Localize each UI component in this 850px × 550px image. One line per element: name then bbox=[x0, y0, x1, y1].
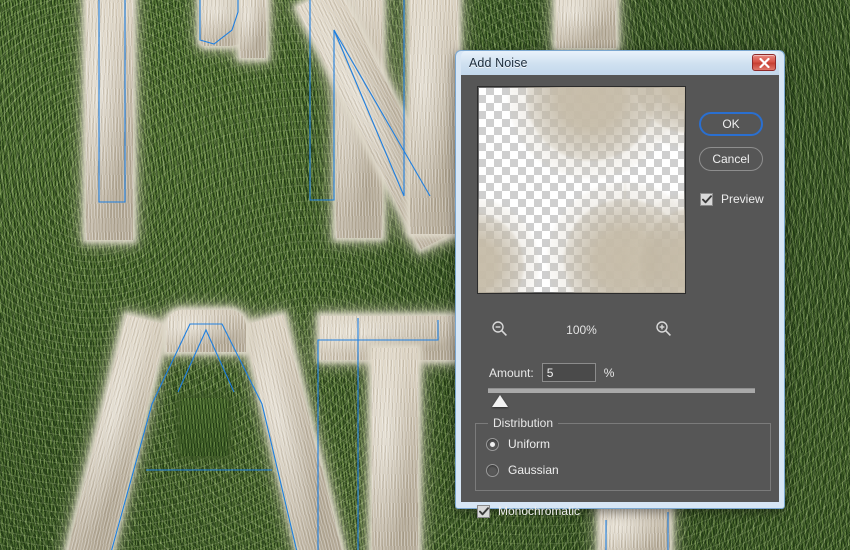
letter-counter-a bbox=[180, 398, 228, 456]
close-x-icon bbox=[758, 57, 770, 68]
monochromatic-label: Monochromatic bbox=[498, 504, 581, 518]
checkbox-box bbox=[477, 504, 490, 518]
amount-unit-label: % bbox=[603, 365, 615, 380]
dialog-title: Add Noise bbox=[469, 56, 528, 70]
radio-gaussian-icon bbox=[486, 463, 499, 477]
preview-blob bbox=[634, 87, 685, 133]
zoom-in-button[interactable] bbox=[655, 320, 672, 340]
cancel-button[interactable]: Cancel bbox=[699, 147, 763, 171]
amount-label: Amount: bbox=[489, 365, 534, 380]
ok-button-label: OK bbox=[722, 117, 740, 131]
magnifier-plus-icon bbox=[656, 321, 671, 336]
zoom-controls: 100% bbox=[477, 320, 686, 340]
cancel-button-label: Cancel bbox=[712, 152, 750, 166]
amount-input[interactable] bbox=[541, 363, 596, 382]
letter-shape-n-right-stem bbox=[410, 0, 458, 234]
letter-shape-top-hook-stem bbox=[240, 0, 266, 58]
preview-thumbnail[interactable] bbox=[477, 86, 686, 294]
zoom-level-label: 100% bbox=[566, 323, 597, 337]
letter-shape-i-stem bbox=[86, 0, 133, 240]
add-noise-dialog[interactable]: Add Noise 100% Amount: 5 % Distribution … bbox=[455, 50, 785, 518]
monochromatic-checkbox[interactable]: Monochromatic bbox=[477, 504, 580, 518]
dialog-body: 100% Amount: % bbox=[461, 75, 779, 518]
amount-slider[interactable] bbox=[488, 388, 755, 410]
checkmark-icon bbox=[701, 194, 712, 203]
close-button[interactable] bbox=[752, 54, 776, 71]
radio-uniform-label: Uniform bbox=[508, 437, 551, 451]
preview-checkbox[interactable]: Preview bbox=[700, 192, 764, 206]
zoom-out-button[interactable] bbox=[491, 320, 508, 340]
letter-shape-t-stem bbox=[372, 348, 418, 550]
letter-shape-a-apex bbox=[166, 310, 246, 352]
radio-uniform-icon bbox=[486, 437, 499, 451]
radio-option-gaussian[interactable]: Gaussian bbox=[486, 463, 559, 477]
distribution-group: Distribution Uniform Gaussian bbox=[475, 416, 771, 491]
slider-thumb[interactable] bbox=[492, 395, 508, 407]
preview-blob bbox=[478, 213, 524, 293]
amount-row: Amount: % bbox=[489, 363, 614, 382]
radio-option-uniform[interactable]: Uniform bbox=[486, 437, 550, 451]
magnifier-minus-icon bbox=[492, 321, 507, 336]
letter-shape-right-edge-top bbox=[556, 0, 616, 48]
distribution-legend: Distribution bbox=[488, 416, 559, 430]
dialog-titlebar[interactable]: Add Noise bbox=[461, 51, 779, 75]
image-canvas[interactable]: Add Noise 100% Amount: 5 % Distribution … bbox=[0, 0, 850, 550]
ok-button[interactable]: OK bbox=[699, 112, 763, 136]
preview-blob bbox=[640, 207, 685, 293]
radio-gaussian-label: Gaussian bbox=[508, 463, 559, 477]
slider-track bbox=[488, 388, 755, 393]
preview-checkbox-label: Preview bbox=[721, 192, 764, 206]
checkmark-icon bbox=[478, 506, 489, 515]
checkbox-box bbox=[700, 192, 713, 206]
